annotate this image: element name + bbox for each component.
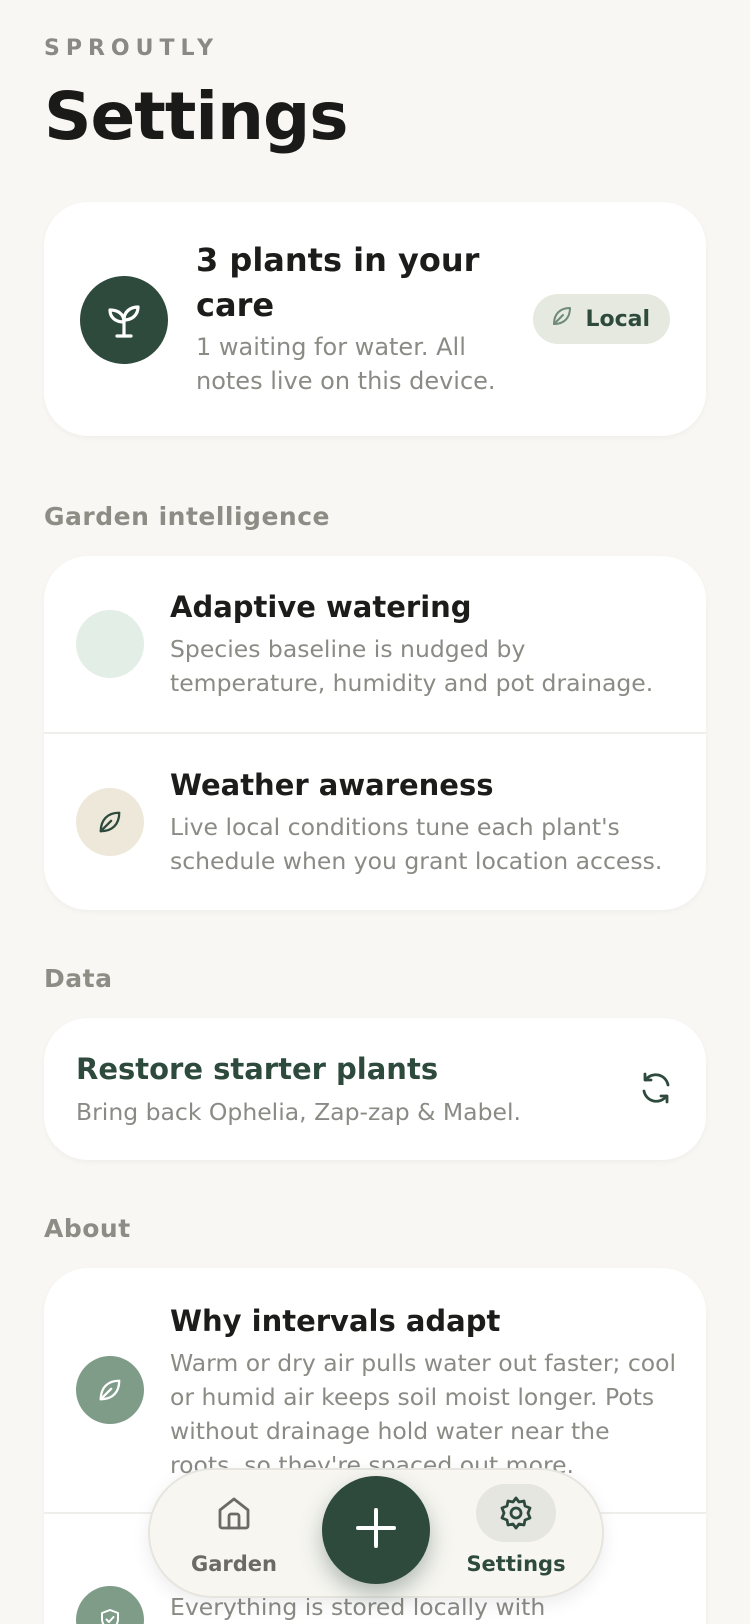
weather-awareness-title: Weather awareness <box>170 768 494 802</box>
plus-icon <box>354 1506 398 1554</box>
plants-summary-card: 3 plants in your care 1 waiting for wate… <box>44 202 706 436</box>
adaptive-watering-title: Adaptive watering <box>170 590 472 624</box>
why-intervals-adapt-description: Warm or dry air pulls water out faster; … <box>170 1349 677 1478</box>
restore-title: Restore starter plants <box>76 1052 439 1086</box>
add-plant-button[interactable] <box>322 1476 430 1584</box>
leaf-icon <box>76 1356 144 1424</box>
weather-awareness-row[interactable]: Weather awareness Live local conditions … <box>44 734 706 910</box>
gear-icon <box>476 1484 556 1542</box>
tab-settings[interactable]: Settings <box>456 1484 576 1584</box>
tab-garden[interactable]: Garden <box>174 1484 294 1584</box>
leaf-icon <box>76 788 144 856</box>
brand-label: SPROUTLY <box>44 36 220 61</box>
tab-garden-label: Garden <box>191 1552 277 1576</box>
restore-description: Bring back Ophelia, Zap-zap & Mabel. <box>76 1098 521 1126</box>
plants-status-text: 1 waiting for water. All notes live on t… <box>196 333 496 395</box>
refresh-icon[interactable] <box>634 1066 678 1110</box>
weather-awareness-description: Live local conditions tune each plant's … <box>170 813 663 875</box>
shield-icon <box>76 1586 144 1624</box>
section-garden-intelligence: Garden intelligence <box>44 502 330 531</box>
why-intervals-adapt-title: Why intervals adapt <box>170 1304 501 1338</box>
local-storage-badge: Local <box>533 294 670 344</box>
restore-starter-plants-card[interactable]: Restore starter plants Bring back Opheli… <box>44 1018 706 1160</box>
badge-label: Local <box>585 306 650 332</box>
garden-intelligence-card: Adaptive watering Species baseline is nu… <box>44 556 706 910</box>
sprout-icon <box>80 276 168 364</box>
adaptive-watering-description: Species baseline is nudged by temperatur… <box>170 635 654 697</box>
section-data: Data <box>44 964 113 993</box>
page-title: Settings <box>44 78 349 155</box>
plants-count-title: 3 plants in your care <box>196 241 480 324</box>
leaf-icon <box>549 303 575 335</box>
section-about: About <box>44 1214 131 1243</box>
home-icon <box>194 1484 274 1542</box>
tab-settings-label: Settings <box>466 1552 566 1576</box>
adaptive-watering-row[interactable]: Adaptive watering Species baseline is nu… <box>44 556 706 732</box>
adaptive-watering-icon <box>76 610 144 678</box>
